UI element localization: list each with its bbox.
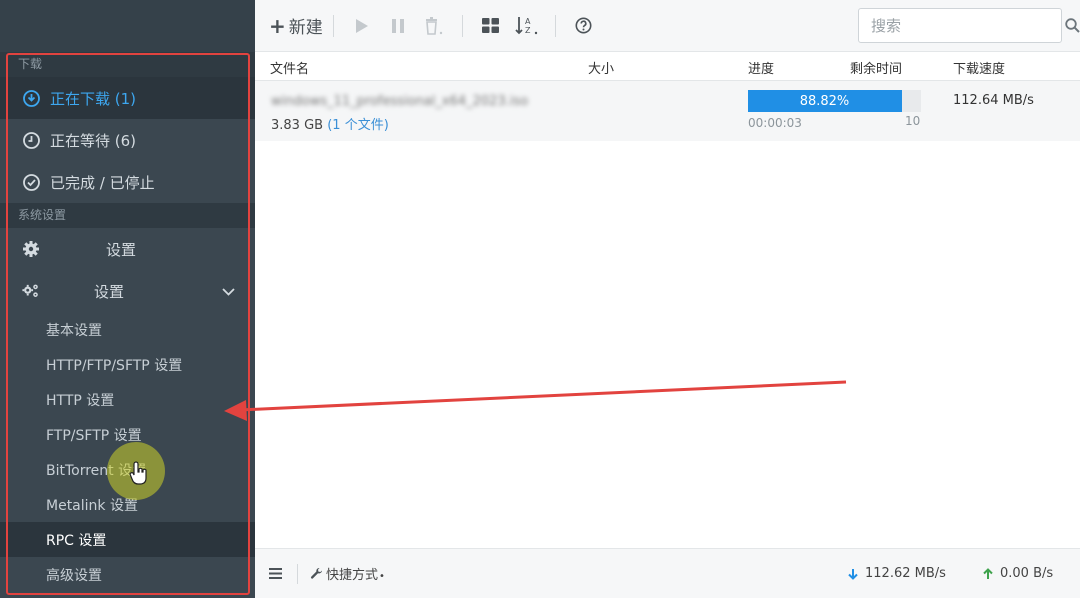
search-input[interactable] xyxy=(859,9,1065,42)
arrow-down-icon xyxy=(848,568,858,580)
task-download-speed: 112.64 MB/s xyxy=(953,93,1034,108)
column-header-speed[interactable]: 下载速度 xyxy=(953,58,1005,77)
task-progress-bar: 88.82% xyxy=(748,90,921,112)
sidebar: 下载 正在下载 (1) 正在等待 (6) 已完成 / 已停止 系统设置 设置 设… xyxy=(0,0,255,598)
start-button[interactable] xyxy=(344,18,380,34)
help-button[interactable] xyxy=(566,17,602,34)
toolbar-separator xyxy=(461,14,463,37)
sidebar-item-waiting[interactable]: 正在等待 (6) xyxy=(0,119,255,161)
select-all-button[interactable] xyxy=(473,18,509,33)
sidebar-subitem-http-ftp-sftp[interactable]: HTTP/FTP/SFTP 设置 xyxy=(0,347,255,382)
task-size: 3.83 GB xyxy=(271,118,324,133)
arrow-up-icon xyxy=(983,567,993,579)
check-circle-icon xyxy=(22,173,40,191)
sidebar-subitem-rpc[interactable]: RPC 设置 xyxy=(0,522,255,557)
sidebar-subitem-basic[interactable]: 基本设置 xyxy=(0,312,255,347)
download-circle-icon xyxy=(22,89,40,107)
task-file-name: windows_11_professional_x64_2023.iso xyxy=(271,94,529,109)
gear-icon xyxy=(22,240,40,258)
sidebar-item-label: 已完成 / 已停止 xyxy=(50,173,155,192)
search-box xyxy=(858,8,1080,43)
column-header-progress[interactable]: 进度 xyxy=(748,58,774,77)
dropdown-dot-icon: • xyxy=(379,571,385,582)
sidebar-item-stopped[interactable]: 已完成 / 已停止 xyxy=(0,161,255,203)
sidebar-item-downloading[interactable]: 正在下载 (1) xyxy=(0,77,255,119)
chevron-down-icon xyxy=(222,282,235,300)
column-header-size[interactable]: 大小 xyxy=(588,58,614,77)
toolbar: + 新建 AZ xyxy=(255,0,1080,52)
task-row[interactable]: windows_11_professional_x64_2023.iso 3.8… xyxy=(255,81,1080,141)
global-upload-speed-value: 0.00 B/s xyxy=(1000,566,1054,581)
sidebar-item-settings-expand[interactable]: 设置 xyxy=(0,270,255,312)
new-task-button[interactable]: + 新建 xyxy=(269,13,323,39)
sidebar-subitem-advanced[interactable]: 高级设置 xyxy=(0,557,255,592)
search-icon[interactable] xyxy=(1065,18,1080,33)
shortcuts-button[interactable]: 快捷方式 • xyxy=(310,564,385,583)
new-task-label: 新建 xyxy=(288,18,323,38)
svg-text:A: A xyxy=(525,17,531,26)
cursor-highlight xyxy=(107,442,165,500)
task-file-meta: 3.83 GB (1 个文件) xyxy=(271,114,389,133)
hamburger-icon xyxy=(269,568,282,579)
global-download-speed: 112.62 MB/s xyxy=(847,566,946,581)
sidebar-item-label: 设置 xyxy=(106,240,137,259)
grid-icon xyxy=(482,18,500,33)
play-icon xyxy=(355,18,368,33)
sort-button[interactable]: AZ xyxy=(509,16,545,36)
annotation-arrow-line xyxy=(239,380,847,412)
help-circle-icon xyxy=(575,17,592,34)
wrench-icon xyxy=(310,567,322,579)
shortcuts-label: 快捷方式 xyxy=(326,568,379,583)
sidebar-item-label: 设置 xyxy=(94,282,125,301)
trash-icon xyxy=(425,16,442,35)
column-header-name[interactable]: 文件名 xyxy=(270,58,309,77)
task-progress-label: 88.82% xyxy=(799,93,850,109)
toolbar-separator xyxy=(554,14,556,37)
pause-button[interactable] xyxy=(380,18,416,34)
clock-icon xyxy=(22,131,40,149)
global-download-speed-value: 112.62 MB/s xyxy=(865,566,946,581)
task-file-count-link[interactable]: (1 个文件) xyxy=(327,118,389,133)
sort-az-icon: AZ xyxy=(515,16,537,35)
plus-icon: + xyxy=(269,13,286,38)
sidebar-item-settings[interactable]: 设置 xyxy=(0,228,255,270)
status-bar: 快捷方式 • 112.62 MB/s 0.00 B/s xyxy=(255,548,1080,598)
pause-icon xyxy=(391,18,404,33)
section-header-download: 下载 xyxy=(0,52,255,77)
section-header-settings: 系统设置 xyxy=(0,203,255,228)
footer-separator xyxy=(297,563,298,584)
delete-button[interactable] xyxy=(416,16,452,35)
sidebar-header xyxy=(0,0,255,52)
svg-text:Z: Z xyxy=(525,26,531,35)
menu-button[interactable] xyxy=(269,568,285,579)
task-connections: 10 xyxy=(905,114,921,128)
column-header-remaining[interactable]: 剩余时间 xyxy=(850,58,902,77)
sidebar-item-label: 正在等待 (6) xyxy=(50,131,137,150)
task-list-header: 文件名 大小 进度 剩余时间 下载速度 xyxy=(255,52,1080,81)
sidebar-subitem-http[interactable]: HTTP 设置 xyxy=(0,382,255,417)
gears-icon xyxy=(22,282,40,300)
sidebar-item-label: 正在下载 (1) xyxy=(50,89,137,108)
toolbar-separator xyxy=(332,14,334,37)
global-upload-speed: 0.00 B/s xyxy=(982,566,1053,581)
task-remaining-time: 00:00:03 xyxy=(748,116,802,130)
